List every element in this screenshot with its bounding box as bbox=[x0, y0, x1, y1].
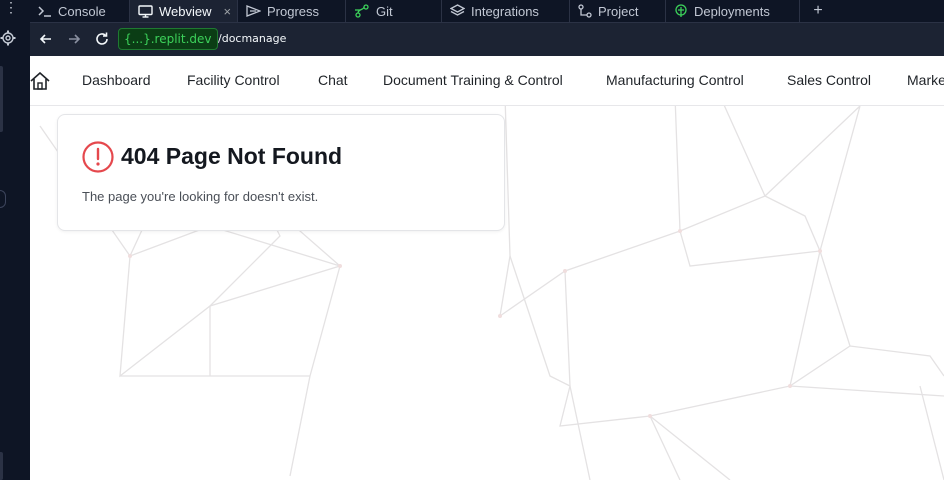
nav-item-facility-control[interactable]: Facility Control bbox=[187, 72, 280, 88]
forward-arrow-icon[interactable] bbox=[66, 31, 82, 47]
deploy-icon bbox=[675, 4, 687, 17]
nav-item-dashboard[interactable]: Dashboard bbox=[82, 72, 151, 88]
layers-icon bbox=[450, 4, 465, 16]
top-navigation: Dashboard Facility Control Chat Document… bbox=[30, 56, 944, 106]
nav-item-sales-control[interactable]: Sales Control bbox=[787, 72, 871, 88]
address-bar: {...}.replit.dev /docmanage bbox=[30, 23, 944, 56]
tab-console[interactable]: Console bbox=[30, 0, 130, 22]
url-path-input[interactable]: /docmanage bbox=[218, 32, 286, 45]
tab-label: Integrations bbox=[471, 3, 539, 19]
gear-icon[interactable] bbox=[0, 30, 16, 46]
monitor-icon bbox=[138, 4, 153, 18]
tab-deployments[interactable]: Deployments bbox=[666, 0, 800, 22]
webview-content: Dashboard Facility Control Chat Document… bbox=[30, 56, 944, 480]
error-message: The page you're looking for doesn't exis… bbox=[82, 189, 319, 204]
home-icon[interactable] bbox=[30, 72, 50, 90]
tab-label: Console bbox=[58, 3, 106, 19]
nav-item-document-training[interactable]: Document Training & Control bbox=[383, 72, 563, 88]
close-icon[interactable]: × bbox=[224, 4, 232, 19]
nav-item-marketing[interactable]: Marke bbox=[907, 72, 944, 88]
tab-label: Webview bbox=[159, 3, 212, 19]
tab-integrations[interactable]: Integrations bbox=[442, 0, 570, 22]
rail-panel-indicator-bottom bbox=[0, 452, 3, 480]
back-arrow-icon[interactable] bbox=[38, 31, 54, 47]
tab-bar: Console Webview × Progress Git Integrati… bbox=[30, 0, 944, 23]
tab-progress[interactable]: Progress bbox=[238, 0, 346, 22]
tab-label: Project bbox=[598, 3, 639, 19]
nav-item-manufacturing-control[interactable]: Manufacturing Control bbox=[606, 72, 744, 88]
nav-item-chat[interactable]: Chat bbox=[318, 72, 348, 88]
tab-label: Git bbox=[376, 3, 393, 19]
ide-left-rail: ⋮ bbox=[0, 0, 30, 480]
page-title: 404 Page Not Found bbox=[121, 143, 343, 169]
reload-icon[interactable] bbox=[94, 31, 110, 47]
tab-git[interactable]: Git bbox=[346, 0, 442, 22]
alert-circle-icon bbox=[82, 141, 114, 173]
error-card: 404 Page Not Found The page you're looki… bbox=[57, 114, 505, 231]
tab-project[interactable]: Project bbox=[570, 0, 666, 22]
terminal-icon bbox=[38, 6, 51, 17]
git-icon bbox=[355, 4, 369, 18]
url-host-badge[interactable]: {...}.replit.dev bbox=[118, 28, 218, 50]
more-options-icon[interactable]: ⋮ bbox=[4, 0, 18, 14]
tab-label: Progress bbox=[267, 3, 320, 19]
tab-label: Deployments bbox=[694, 3, 770, 19]
rail-panel-indicator bbox=[0, 66, 3, 132]
progress-icon bbox=[246, 5, 261, 17]
rail-toggle[interactable] bbox=[0, 190, 6, 208]
project-icon bbox=[578, 4, 592, 18]
add-tab-button[interactable]: + bbox=[808, 0, 828, 22]
tab-webview[interactable]: Webview × bbox=[130, 0, 238, 22]
